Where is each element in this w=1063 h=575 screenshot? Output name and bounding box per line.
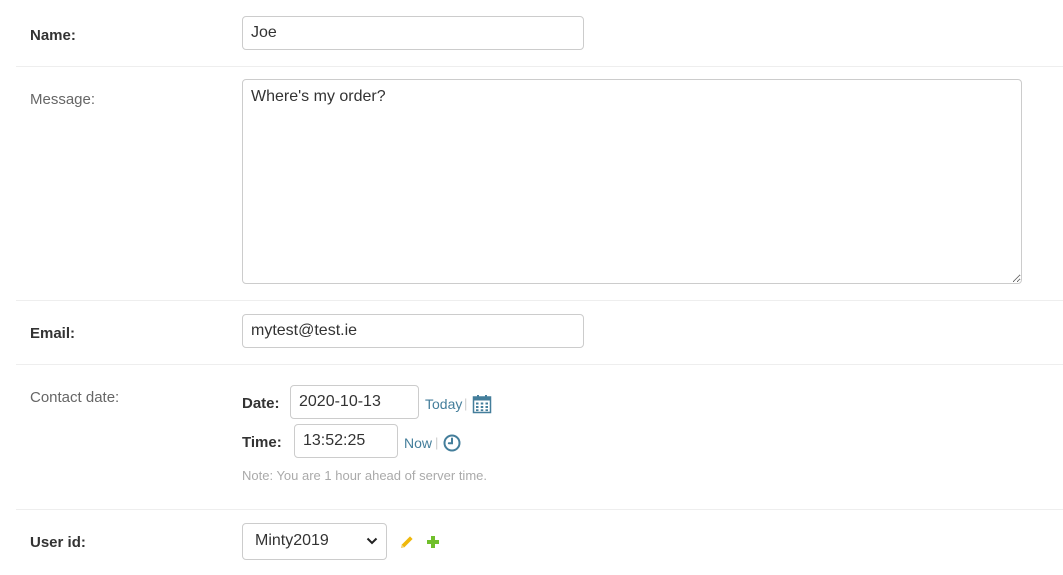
date-input[interactable] [290, 385, 419, 419]
message-textarea[interactable]: Where's my order? [242, 79, 1022, 284]
time-separator: | [435, 435, 439, 450]
contact-date-label: Contact date: [30, 389, 120, 406]
user-id-selected-value: Minty2019 [255, 532, 329, 549]
date-separator: | [464, 396, 468, 411]
email-input[interactable] [242, 314, 584, 348]
today-link[interactable]: Today [425, 395, 462, 413]
plus-icon[interactable] [425, 534, 441, 550]
contact-date-row: Contact date: Date: Today | Time: Now | … [16, 365, 1063, 510]
time-label: Time: [242, 434, 282, 451]
message-row: Message: Where's my order? [16, 67, 1063, 301]
user-id-row: User id: Minty2019 [16, 510, 1063, 575]
calendar-icon[interactable] [472, 394, 492, 414]
email-row: Email: [16, 301, 1063, 365]
email-label: Email: [30, 325, 76, 342]
now-link[interactable]: Now [404, 434, 432, 452]
user-id-label: User id: [30, 534, 86, 551]
time-input[interactable] [294, 424, 398, 458]
clock-icon[interactable] [443, 434, 461, 452]
chevron-down-icon [366, 537, 378, 545]
timezone-note: Note: You are 1 hour ahead of server tim… [242, 468, 487, 483]
name-input[interactable] [242, 16, 584, 50]
pencil-icon[interactable] [399, 534, 415, 550]
user-id-select[interactable]: Minty2019 [242, 523, 387, 560]
date-label: Date: [242, 395, 280, 412]
message-label: Message: [30, 91, 96, 108]
name-label: Name: [30, 27, 76, 44]
name-row: Name: [16, 0, 1063, 67]
